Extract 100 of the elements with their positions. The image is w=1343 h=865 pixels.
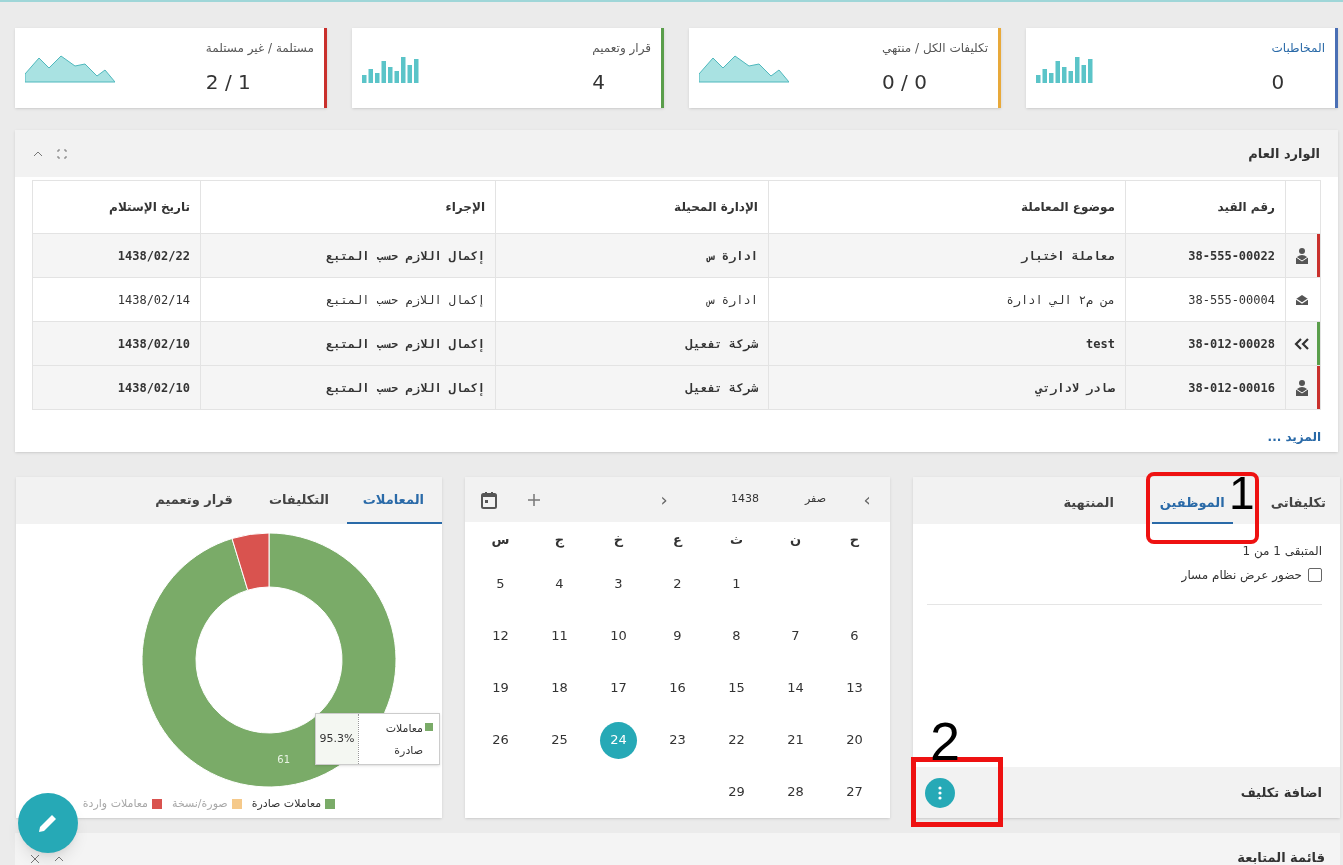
collapse-icon[interactable] (33, 150, 43, 157)
weekday-label: ع (673, 531, 682, 550)
column-header: رقم القيد (1217, 200, 1275, 214)
calendar-day[interactable]: 1 (718, 565, 755, 603)
next-button[interactable]: › (860, 486, 874, 513)
checkbox[interactable] (1308, 568, 1322, 582)
table-cell: 1438/02/14 (117, 292, 190, 307)
calendar-day[interactable]: 17 (600, 669, 637, 707)
table-cell: 38-012-00028 (1188, 336, 1275, 351)
month-label: صفر (805, 491, 826, 508)
table-cell: إكمال اللازم حسب المتبع (326, 380, 485, 395)
tab[interactable]: قرار وتعميم (137, 477, 251, 524)
calendar-day[interactable]: 23 (659, 721, 696, 759)
calendar-day[interactable]: 16 (659, 669, 696, 707)
calendar-day[interactable]: 20 (836, 721, 873, 759)
column-header: تاريخ الإستلام (109, 200, 190, 214)
calendar-day[interactable]: 22 (718, 721, 755, 759)
calendar-day[interactable]: 4 (541, 565, 578, 603)
calendar-day[interactable]: 2 (659, 565, 696, 603)
calendar-day[interactable]: 9 (659, 617, 696, 655)
table-cell: 1438/02/22 (117, 248, 190, 263)
user-mail-icon (1294, 246, 1309, 265)
stat-value: 4 (592, 69, 605, 96)
table-cell: إكمال اللازم حسب المتبع (326, 248, 485, 263)
previous-button[interactable]: ‹ (657, 486, 671, 513)
calendar-day[interactable]: 21 (777, 721, 814, 759)
table-cell: معاملة اختبار (1021, 248, 1115, 263)
calendar-day[interactable]: 28 (777, 773, 814, 811)
table-cell: شركة تفعيل (685, 380, 758, 395)
stat-value: 0 / 0 (882, 69, 927, 96)
plus-icon[interactable] (527, 492, 541, 507)
calendar-day[interactable]: 26 (482, 721, 519, 759)
footer-title: اضافة تكليف (1240, 783, 1322, 802)
table-cell: 38-555-00022 (1188, 248, 1275, 263)
tab[interactable]: تكليفاتى (1262, 484, 1334, 524)
calendar-day[interactable]: 12 (482, 617, 519, 655)
weekday-label: ن (789, 531, 802, 550)
tab[interactable]: التكليفات (250, 477, 347, 524)
weekday-label: س (491, 531, 510, 550)
calendar-day[interactable]: 19 (482, 669, 519, 707)
weekday-label: ح (849, 531, 860, 550)
tab[interactable]: الموظفين (1151, 484, 1233, 524)
remaining-text: المتبقى 1 من 1 (1241, 543, 1322, 560)
tooltip-label: معاملات صادرة (384, 721, 423, 759)
calendar-day[interactable]: 6 (836, 617, 873, 655)
table-cell: 1438/02/10 (117, 336, 190, 351)
weekday-label: خ (613, 531, 624, 550)
table-cell: صادر لادارتي (1035, 380, 1115, 395)
calendar-day[interactable]: 25 (541, 721, 578, 759)
table-cell: test (1086, 336, 1115, 351)
calendar-day[interactable]: 11 (541, 617, 578, 655)
table-cell: ادارة س (707, 248, 758, 263)
checkbox-label: حضور عرض نظام مسار (1181, 567, 1302, 584)
tab[interactable]: المعاملات (347, 477, 442, 524)
stat-label: مستلمة / غير مستلمة (205, 40, 314, 57)
expand-icon[interactable] (57, 148, 67, 159)
calendar-day[interactable]: 14 (777, 669, 814, 707)
more-link[interactable]: المزيد ... (1267, 430, 1321, 444)
slice-label: 61 (277, 753, 291, 765)
year-label: 1438 (731, 491, 759, 508)
stat-label[interactable]: المخاطبات (1271, 39, 1325, 57)
table-cell: 1438/02/10 (117, 380, 190, 395)
calendar-day[interactable]: 13 (836, 669, 873, 707)
calendar-day[interactable]: 18 (541, 669, 578, 707)
more-menu-button[interactable] (925, 777, 955, 808)
table-cell: إكمال اللازم حسب المتبع (326, 292, 485, 307)
calendar-day[interactable]: 27 (836, 773, 873, 811)
weekday-label: ث (729, 531, 744, 550)
calendar-day[interactable]: 15 (718, 669, 755, 707)
calendar-day[interactable]: 29 (718, 773, 755, 811)
calendar-day[interactable]: 8 (718, 617, 755, 655)
tab[interactable]: المنتهية (1055, 484, 1122, 524)
user-mail-icon (1294, 378, 1309, 397)
envelope-open-icon (1294, 293, 1309, 306)
table-cell: شركة تفعيل (685, 336, 758, 351)
calendar-icon[interactable] (481, 490, 497, 509)
stat-value: 2 / 1 (205, 69, 251, 96)
table-cell: إكمال اللازم حسب المتبع (326, 336, 485, 351)
table-cell: من م٢ الي ادارة (1006, 292, 1115, 307)
calendar-day[interactable]: 3 (600, 565, 637, 603)
double-chevron-icon (1293, 336, 1310, 351)
collapse-icon[interactable] (54, 856, 64, 862)
calendar-day[interactable]: 7 (777, 617, 814, 655)
calendar-day[interactable]: 10 (600, 617, 637, 655)
more-vertical-icon (938, 785, 942, 800)
legend-label[interactable]: معاملات صادرة (251, 796, 322, 813)
panel-title: قائمة المتابعة (1237, 849, 1325, 865)
tooltip-value: 95.3% (319, 730, 355, 747)
stat-label: تكليفات الكل / منتهي (882, 40, 988, 57)
stat-value: 0 (1271, 69, 1285, 96)
table-cell: ادارة س (707, 292, 758, 307)
column-header: الإجراء (445, 200, 485, 214)
close-icon[interactable] (30, 854, 40, 864)
calendar-day[interactable]: 5 (482, 565, 519, 603)
table-cell: 38-555-00004 (1188, 292, 1275, 307)
annotation-number: 2 (930, 714, 961, 768)
weekday-label: ج (554, 531, 565, 550)
column-header: موضوع المعاملة (1021, 200, 1115, 214)
stat-label: قرار وتعميم (592, 40, 651, 57)
panel-title: الوارد العام (1248, 144, 1320, 164)
